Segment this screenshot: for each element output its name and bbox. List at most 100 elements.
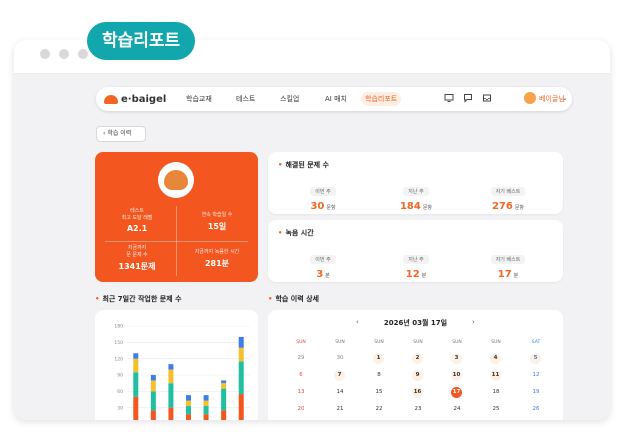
bagel-logo-icon [104,94,118,104]
calendar-day[interactable]: 16 [412,387,423,398]
bar-segment[interactable] [168,407,174,420]
bar-segment[interactable] [150,391,156,411]
bar-segment[interactable] [168,364,174,370]
nav-item-ai-match[interactable]: AI 매치 [325,93,347,105]
bar-segment[interactable] [150,410,156,420]
calendar-weekday: SUN [413,340,423,345]
bar-segment[interactable] [238,361,244,395]
stat-top-level: 테스트 최고 도달 레벨 A2.1 [97,208,177,233]
calendar-day[interactable]: 7 [334,370,345,381]
calendar-day[interactable]: 15 [369,387,389,398]
metric-unit: 분 [325,273,330,279]
metric-value: 184 [399,201,421,212]
nav-item-skillup[interactable]: 스킬업 [280,93,299,105]
metric-unit: 문항 [514,205,525,211]
y-tick-label: 180 [114,324,123,330]
calendar-day[interactable]: 5 [530,353,541,364]
calendar-day[interactable]: 26 [526,404,546,415]
metric-label: 지난 주 [403,255,429,264]
stat-value: 1341문제 [118,262,156,271]
bar-segment[interactable] [238,336,244,348]
calendar-day[interactable]: 30 [330,353,350,364]
metric-last-week: 지난 주 184 문항 [376,178,456,212]
bar-segment[interactable] [203,395,209,401]
calendar-day[interactable]: 17 [451,387,462,398]
calendar-day[interactable]: 24 [447,404,467,415]
calendar-day[interactable]: 2 [412,353,423,364]
chevron-down-icon[interactable]: ⌄ [562,94,568,102]
calendar-day[interactable]: 14 [330,387,350,398]
calendar-day[interactable]: 21 [330,404,350,415]
inbox-icon[interactable] [482,93,492,103]
bar-segment[interactable] [150,380,156,392]
metric-last-week: 지난 주 12 분 [376,246,456,280]
bar-segment[interactable] [168,369,174,384]
calendar-section-title: 학습 이력 상세 [268,294,319,304]
calendar-day[interactable]: 4 [490,353,501,364]
bar-segment[interactable] [186,400,191,407]
nav-item-report[interactable]: 학습리포트 [361,92,402,106]
bar-segment[interactable] [186,406,191,415]
chevron-right-icon[interactable]: › [472,318,475,326]
calendar-day[interactable]: 6 [291,370,311,381]
bar-segment[interactable] [238,394,244,420]
solved-problems-card: 해결된 문제 수 이번 주 30문항 지난 주 184문항 자기 베스트 276… [268,152,563,214]
card-title: 해결된 문제 수 [278,160,329,170]
bar-segment[interactable] [150,375,156,381]
calendar-day[interactable]: 11 [490,370,501,381]
bar-segment[interactable] [221,380,227,384]
back-button[interactable]: ‹ 학습 이력 [96,126,146,142]
calendar-day[interactable]: 8 [369,370,389,381]
bar-segment[interactable] [133,396,139,420]
divider [105,241,248,242]
nav-item-textbook[interactable]: 학습교재 [186,93,212,105]
calendar-day[interactable]: 22 [369,404,389,415]
logo[interactable]: e·baigel [104,92,166,106]
weekly-chart-card: 0306090120150180 [95,310,258,420]
calendar-weekday: SUN [452,340,462,345]
y-tick-label: 120 [114,356,123,362]
bar-segment[interactable] [133,372,139,397]
calendar-day[interactable]: 23 [408,404,428,415]
calendar-day[interactable]: 3 [451,353,462,364]
recording-time-card: 녹음 시간 이번 주 3분 지난 주 12분 자기 베스트 17분 [268,220,563,282]
stat-label: 테스트 최고 도달 레벨 [121,208,153,221]
user-name[interactable]: 베이글님 [539,93,565,105]
calendar-day[interactable]: 20 [291,404,311,415]
bar-segment[interactable] [221,388,227,411]
bar-segment[interactable] [238,347,244,362]
bar-segment[interactable] [186,414,191,420]
bar-segment[interactable] [221,383,227,389]
bar-segment[interactable] [203,414,209,420]
card-title: 녹음 시간 [278,228,313,238]
metric-value: 12 [405,269,420,280]
calendar-day[interactable]: 25 [486,404,506,415]
monitor-icon[interactable] [444,93,454,103]
bar-segment[interactable] [168,383,174,408]
bar-segment[interactable] [203,406,209,415]
calendar-day[interactable]: 29 [291,353,311,364]
bar-segment[interactable] [221,410,227,420]
calendar-day[interactable]: 19 [526,387,546,398]
calendar-day[interactable]: 13 [291,387,311,398]
avatar[interactable] [524,92,536,104]
calendar-day[interactable]: 12 [526,370,546,381]
bar-segment[interactable] [186,395,191,401]
metric-label: 이번 주 [310,187,336,196]
metric-label: 이번 주 [310,255,336,264]
calendar-month-label: 2026년 03월 17일 [383,319,448,327]
nav-item-test[interactable]: 테스트 [236,93,255,105]
calendar-day[interactable]: 9 [412,370,423,381]
bar-segment[interactable] [133,353,139,359]
chat-icon[interactable] [463,93,473,103]
calendar-day[interactable]: 10 [451,370,462,381]
calendar-day[interactable]: 18 [486,387,506,398]
metric-value: 276 [491,201,513,212]
stat-total-solved: 지금까지 푼 문제 수 1341문제 [97,245,177,272]
calendar-weekday: SUN [335,340,345,345]
bar-segment[interactable] [203,400,209,407]
bar-segment[interactable] [133,358,139,373]
stat-value: 281분 [204,259,230,268]
calendar-day[interactable]: 1 [373,353,384,364]
metric-this-week: 이번 주 3분 [283,246,363,280]
